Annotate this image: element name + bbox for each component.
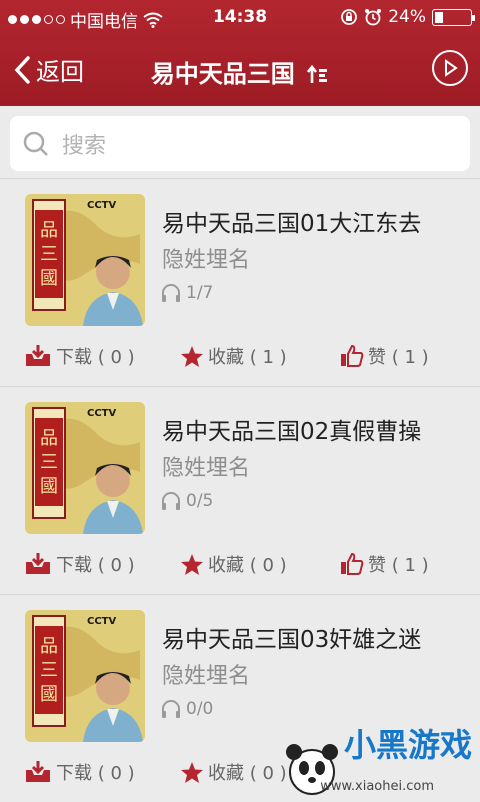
episode-artist: 隐姓埋名 <box>162 248 251 273</box>
list-item[interactable]: 品 三 國 CCTV 易中天品三国02真假曹操 隐姓埋名 0/5 下载 (0 … <box>0 386 480 594</box>
headphones-icon <box>162 492 180 510</box>
play-count: 0/0 <box>160 699 213 719</box>
download-icon <box>26 345 50 366</box>
download-icon <box>26 761 50 782</box>
album-cover: 品 三 國 CCTV <box>25 194 145 326</box>
search-icon <box>23 131 48 156</box>
play-count: 1/7 <box>160 283 213 303</box>
cover-title-1: 品 <box>40 220 58 241</box>
favorite-button[interactable]: 收藏 ( 0 ) <box>180 551 287 577</box>
favorite-button[interactable]: 收藏 ( 0 ) <box>180 759 287 785</box>
nav-bar: 返回 易中天品三国 <box>0 40 480 100</box>
cover-title-2: 三 <box>40 244 58 265</box>
like-button[interactable]: 赞 ( 1 ) <box>340 551 429 577</box>
download-button[interactable]: 下载 ( 0 ) <box>24 551 135 577</box>
headphones-icon <box>162 284 180 302</box>
star-icon <box>181 761 203 783</box>
play-count: 0/5 <box>160 491 213 511</box>
item-actions: 下载 ( 0 ) 收藏 ( 1 ) 赞 ( 1 ) <box>0 343 480 377</box>
rotation-lock-icon <box>341 9 358 25</box>
page-title[interactable]: 易中天品三国 <box>0 54 480 89</box>
watermark: 小黑游戏 www.xiaohei.com <box>280 720 480 800</box>
search-placeholder: 搜索 <box>62 133 107 159</box>
cover-title-3: 國 <box>40 268 58 289</box>
episode-title: 易中天品三国02真假曹操 <box>162 419 422 445</box>
battery-percent: 24% <box>388 7 426 27</box>
search-input[interactable]: 搜索 <box>10 116 470 171</box>
play-button[interactable] <box>432 50 468 86</box>
battery-icon <box>432 8 475 26</box>
status-bar: 中国电信 14:38 24% <box>0 0 480 34</box>
download-icon <box>26 553 50 574</box>
favorite-button[interactable]: 收藏 ( 1 ) <box>180 343 287 369</box>
battery-level <box>435 11 444 23</box>
cover-title-1: 品 <box>40 428 58 449</box>
watermark-text: 小黑游戏 <box>343 726 472 764</box>
watermark-url: www.xiaohei.com <box>320 779 434 794</box>
thumbs-up-icon <box>341 552 364 575</box>
cover-title-3: 國 <box>40 684 58 705</box>
thumbs-up-icon <box>341 344 364 367</box>
album-cover: 品 三 國 CCTV <box>25 402 145 534</box>
cover-title-3: 國 <box>40 476 58 497</box>
app-header: 中国电信 14:38 24% 返回 易中天品三国 <box>0 0 480 106</box>
cover-brand: CCTV <box>87 408 116 419</box>
cover-title-2: 三 <box>40 660 58 681</box>
headphones-icon <box>162 700 180 718</box>
download-button[interactable]: 下载 ( 0 ) <box>24 759 135 785</box>
item-actions: 下载 ( 0 ) 收藏 ( 0 ) 赞 ( 1 ) <box>0 551 480 585</box>
download-button[interactable]: 下载 ( 0 ) <box>24 343 135 369</box>
star-icon <box>181 553 203 575</box>
cover-brand: CCTV <box>87 200 116 211</box>
album-cover: 品 三 國 CCTV <box>25 610 145 742</box>
episode-title: 易中天品三国03奸雄之迷 <box>162 627 422 653</box>
episode-artist: 隐姓埋名 <box>162 456 251 481</box>
list-item[interactable]: 品 三 國 CCTV 易中天品三国01大江东去 隐姓埋名 1/7 下载 (0 … <box>0 178 480 386</box>
star-icon <box>181 345 203 367</box>
episode-artist: 隐姓埋名 <box>162 664 251 689</box>
cover-brand: CCTV <box>87 616 116 627</box>
alarm-icon <box>365 9 382 26</box>
episode-list: 品 三 國 CCTV 易中天品三国01大江东去 隐姓埋名 1/7 下载 (0 … <box>0 178 480 802</box>
cover-title-2: 三 <box>40 452 58 473</box>
episode-title: 易中天品三国01大江东去 <box>162 211 422 237</box>
cover-title-1: 品 <box>40 636 58 657</box>
sort-icon[interactable] <box>307 64 329 85</box>
play-icon <box>445 59 458 77</box>
like-button[interactable]: 赞 ( 1 ) <box>340 343 429 369</box>
